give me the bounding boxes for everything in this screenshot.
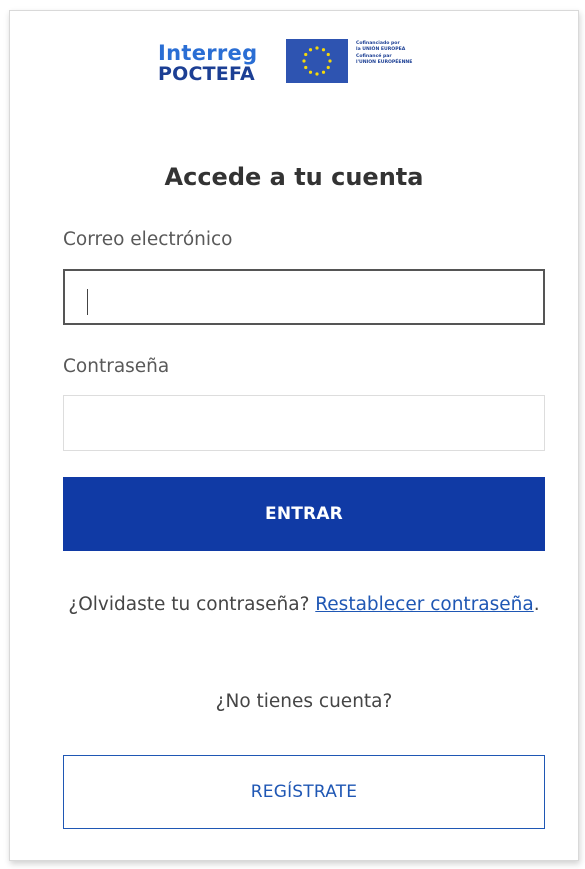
eu-star-icon — [321, 48, 326, 52]
eu-star-icon — [321, 70, 326, 74]
password-field[interactable] — [63, 395, 545, 451]
password-label: Contraseña — [63, 356, 170, 377]
forgot-password-text: ¿Olvidaste tu contraseña? Restablecer co… — [63, 589, 545, 620]
eu-caption-line: l'UNION EUROPÉENNE — [356, 60, 413, 66]
login-card: Interreg POCTEFA Cofinanciado por la UNI… — [9, 10, 579, 861]
eu-star-icon — [308, 70, 313, 74]
interreg-wordmark: Interreg POCTEFA — [158, 43, 257, 84]
logo-line1: Interreg — [158, 41, 258, 65]
eu-star-icon — [302, 59, 306, 63]
reset-password-link[interactable]: Restablecer contraseña — [315, 594, 533, 615]
eu-star-icon — [315, 46, 319, 50]
eu-flag-icon — [286, 39, 348, 83]
eu-star-icon — [308, 48, 313, 52]
eu-star-icon — [304, 52, 308, 57]
brand-logo: Interreg POCTEFA Cofinanciado por la UNI… — [158, 39, 458, 97]
eu-star-icon — [315, 72, 319, 76]
eu-star-icon — [326, 52, 330, 57]
eu-funding-caption: Cofinanciado por la UNIÓN EUROPEA Cofina… — [356, 41, 466, 67]
logo-line2: POCTEFA — [158, 63, 255, 85]
email-label: Correo electrónico — [63, 229, 233, 250]
eu-star-icon — [326, 65, 330, 70]
no-account-text: ¿No tienes cuenta? — [215, 691, 393, 712]
eu-star-icon — [328, 59, 332, 63]
eu-star-icon — [304, 65, 308, 70]
forgot-suffix: . — [533, 594, 540, 615]
register-button[interactable]: REGÍSTRATE — [63, 755, 545, 829]
email-field[interactable] — [63, 269, 545, 325]
submit-button[interactable]: ENTRAR — [63, 477, 545, 551]
text-caret — [87, 289, 88, 315]
page-title: Accede a tu cuenta — [164, 163, 424, 191]
forgot-prefix: ¿Olvidaste tu contraseña? — [68, 594, 310, 615]
